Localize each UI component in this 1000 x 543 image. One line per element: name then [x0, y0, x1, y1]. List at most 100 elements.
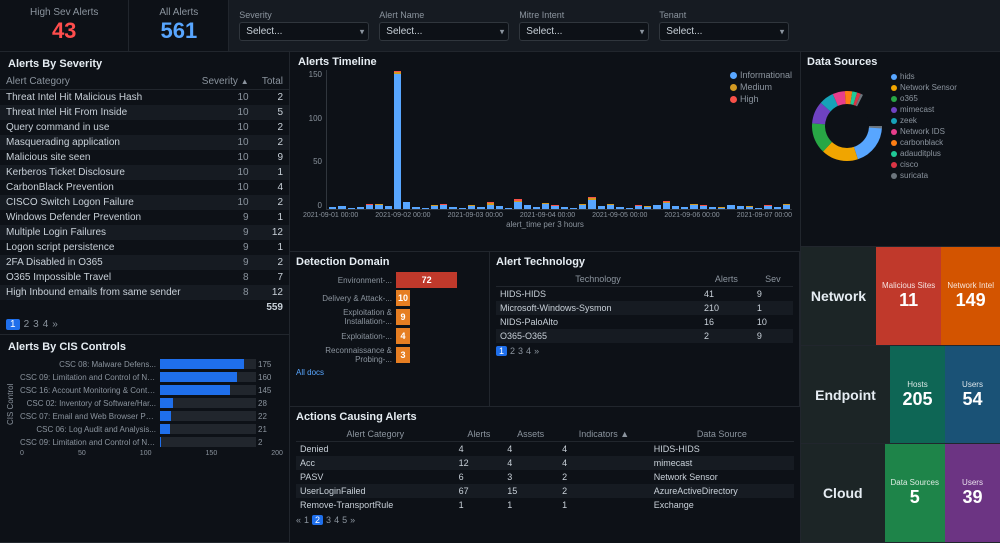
cis-bar-value: 28 — [258, 399, 283, 408]
at-page-3[interactable]: 3 — [518, 346, 523, 356]
actions-page-6[interactable]: » — [350, 515, 355, 525]
timeline-x-label: 2021-09-01 00:00 — [303, 212, 358, 219]
actions-cell-4: Exchange — [650, 498, 794, 512]
timeline-bar-group — [440, 70, 447, 209]
severity-table-row: 2FA Disabled in O36592 — [0, 255, 289, 270]
actions-table-row: Remove-TransportRule111Exchange — [296, 498, 794, 512]
dd-bar-track: 10 — [396, 290, 466, 306]
total-cell: 5 — [255, 105, 289, 120]
cis-bar-row: CSC 06: Log Audit and Analysis... 21 — [20, 424, 283, 434]
timeline-bar-group — [449, 70, 456, 209]
tenant-select-wrapper[interactable]: Select... — [659, 22, 789, 41]
tenant-select[interactable]: Select... — [659, 22, 789, 41]
severity-pagination[interactable]: 1234» — [0, 315, 289, 334]
actions-page-4[interactable]: 4 — [334, 515, 339, 525]
severity-select-wrapper[interactable]: Select... — [239, 22, 369, 41]
malicious-sites-tile[interactable]: Malicious Sites 11 — [876, 247, 941, 345]
total-cell: 2 — [255, 255, 289, 270]
all-docs-link[interactable]: All docs — [296, 368, 483, 377]
main-area: Alerts By Severity Alert Category Severi… — [0, 52, 1000, 543]
severity-page-»[interactable]: » — [52, 319, 58, 330]
total-cell: 2 — [255, 120, 289, 135]
cis-bar-track — [160, 411, 256, 421]
alert-tech-row: O365-O36529 — [496, 329, 793, 343]
alert-category-cell: CISCO Switch Logon Failure — [0, 195, 194, 210]
timeline-bar-group — [385, 70, 392, 209]
endpoint-users-tile[interactable]: Users 54 — [945, 346, 1000, 444]
actions-cell-1: 4 — [455, 442, 504, 457]
severity-page-1[interactable]: 1 — [6, 319, 20, 330]
timeline-bar-group — [375, 70, 382, 209]
actions-cell-0: Acc — [296, 456, 455, 470]
cis-bar-track — [160, 437, 256, 447]
network-tile-main[interactable]: Network — [801, 247, 876, 345]
timeline-bar-group — [505, 70, 512, 209]
severity-table-row: CISCO Switch Logon Failure102 — [0, 195, 289, 210]
timeline-bar-group — [477, 70, 484, 209]
cloud-data-sources-value: 5 — [910, 487, 920, 508]
cis-x-label: 100 — [140, 450, 152, 457]
alert-name-select[interactable]: Select... — [379, 22, 509, 41]
cloud-users-label: Users — [962, 478, 983, 487]
severity-select[interactable]: Select... — [239, 22, 369, 41]
actions-pagination[interactable]: «12345» — [296, 512, 794, 528]
cloud-data-sources-tile[interactable]: Data Sources 5 — [885, 444, 945, 542]
actions-cell-1: 6 — [455, 470, 504, 484]
alert-category-cell: High Inbound emails from same sender — [0, 285, 194, 300]
timeline-bar-group — [551, 70, 558, 209]
actions-page-1[interactable]: 1 — [304, 515, 309, 525]
hosts-tile[interactable]: Hosts 205 — [890, 346, 945, 444]
alert-name-select-wrapper[interactable]: Select... — [379, 22, 509, 41]
bar-info — [487, 205, 494, 210]
timeline-bar-group — [431, 70, 438, 209]
alert-tech-pagination[interactable]: 1234» — [496, 343, 793, 359]
total-cell: 2 — [255, 195, 289, 210]
timeline-bar-group — [718, 70, 725, 209]
severity-cell: 10 — [194, 150, 255, 165]
bar-info — [449, 207, 456, 209]
timeline-bar-group — [459, 70, 466, 209]
bar-info — [663, 203, 670, 209]
cloud-tile-main[interactable]: Cloud — [801, 444, 885, 542]
at-cell-2: 10 — [753, 315, 793, 329]
at-cell-1: 16 — [700, 315, 753, 329]
severity-filter-group: Severity Select... — [239, 10, 369, 41]
detection-domain-row: Delivery & Attack-... 10 — [296, 290, 483, 306]
actions-cell-0: UserLoginFailed — [296, 484, 455, 498]
endpoint-tile-main[interactable]: Endpoint — [801, 346, 890, 444]
bar-info — [468, 206, 475, 209]
actions-col-0: Alert Category — [296, 427, 455, 442]
actions-page-2[interactable]: 2 — [312, 515, 323, 525]
actions-page-3[interactable]: 3 — [326, 515, 331, 525]
mitre-select[interactable]: Select... — [519, 22, 649, 41]
ds-label: suricata — [900, 171, 928, 180]
actions-page-5[interactable]: 5 — [342, 515, 347, 525]
at-page-2[interactable]: 2 — [510, 346, 515, 356]
mitre-select-wrapper[interactable]: Select... — [519, 22, 649, 41]
severity-cell: 9 — [194, 240, 255, 255]
ds-dot — [891, 140, 897, 146]
network-intel-tile[interactable]: Network Intel 149 — [941, 247, 1000, 345]
cloud-users-tile[interactable]: Users 39 — [945, 444, 1000, 542]
actions-table-row: PASV632Network Sensor — [296, 470, 794, 484]
cis-bar-label: CSC 09: Limitation and Control of Networ… — [20, 438, 160, 447]
network-tile-row: Network Malicious Sites 11 Network Intel… — [801, 247, 1000, 346]
severity-page-3[interactable]: 3 — [33, 319, 39, 330]
at-page-1[interactable]: 1 — [496, 346, 507, 356]
alert-technology-section: Alert Technology Technology Alerts Sev H… — [490, 252, 800, 406]
at-page-»[interactable]: » — [534, 346, 539, 356]
severity-page-2[interactable]: 2 — [24, 319, 30, 330]
cis-bar-fill — [160, 411, 171, 421]
bar-info — [764, 206, 771, 209]
actions-cell-2: 1 — [503, 498, 558, 512]
severity-page-4[interactable]: 4 — [43, 319, 49, 330]
severity-cell: 10 — [194, 135, 255, 150]
alert-tech-row: HIDS-HIDS419 — [496, 287, 793, 302]
legend-label: Informational — [740, 70, 792, 80]
severity-table: Alert Category Severity ▲ Total Threat I… — [0, 74, 289, 300]
actions-page-0[interactable]: « — [296, 515, 301, 525]
cis-bar-value: 21 — [258, 425, 283, 434]
at-page-4[interactable]: 4 — [526, 346, 531, 356]
alerts-by-severity-title: Alerts By Severity — [0, 52, 289, 74]
ds-label: adauditplus — [900, 149, 941, 158]
